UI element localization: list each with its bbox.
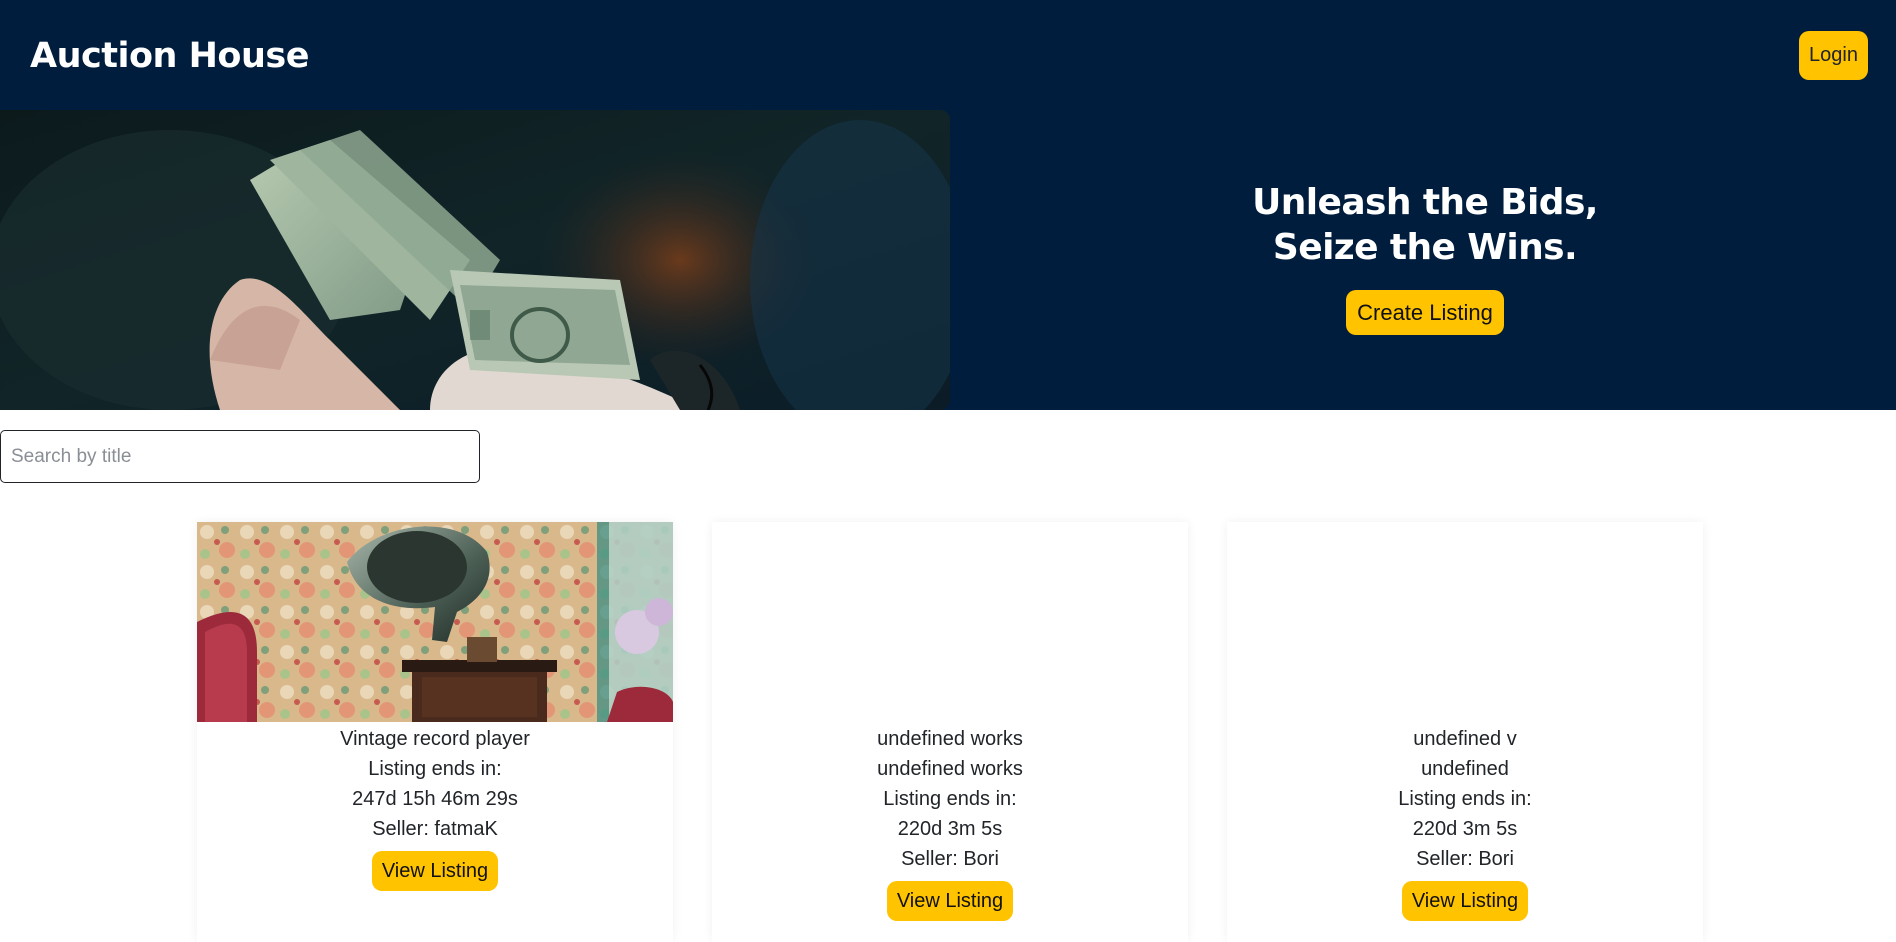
listing-countdown: 220d 3m 5s bbox=[1412, 818, 1518, 840]
listing-card: undefined works undefined works Listing … bbox=[712, 522, 1188, 942]
listing-ends-label: Listing ends in: bbox=[883, 788, 1017, 810]
navbar: Auction House Login bbox=[0, 0, 1896, 110]
view-listing-button[interactable]: View Listing bbox=[886, 881, 1014, 921]
listing-ends-label: Listing ends in: bbox=[368, 758, 502, 780]
view-listing-button[interactable]: View Listing bbox=[371, 851, 499, 891]
hero-copy: Unleash the Bids, Seize the Wins. Create… bbox=[1200, 180, 1650, 335]
listing-seller: Seller: fatmaK bbox=[372, 818, 498, 840]
tagline-line-2: Seize the Wins. bbox=[1272, 227, 1578, 268]
listing-card: undefined v undefined Listing ends in: 2… bbox=[1227, 522, 1703, 942]
listing-card-body: undefined v undefined Listing ends in: 2… bbox=[1227, 722, 1703, 921]
listing-title: Vintage record player bbox=[340, 728, 530, 750]
listing-image-missing bbox=[712, 522, 1188, 722]
listing-card-body: undefined works undefined works Listing … bbox=[712, 722, 1188, 921]
hero-banner: Unleash the Bids, Seize the Wins. Create… bbox=[0, 110, 1896, 410]
listing-title: undefined works bbox=[877, 728, 1023, 750]
hero-money-image bbox=[0, 110, 950, 410]
listing-countdown: 220d 3m 5s bbox=[897, 818, 1003, 840]
view-listing-button[interactable]: View Listing bbox=[1401, 881, 1529, 921]
brand-title[interactable]: Auction House bbox=[30, 36, 309, 76]
listing-title: undefined v bbox=[1413, 728, 1517, 750]
listing-card: Vintage record player Listing ends in: 2… bbox=[197, 522, 673, 942]
search-input[interactable] bbox=[0, 430, 480, 483]
listing-description: undefined works bbox=[877, 758, 1023, 780]
create-listing-button[interactable]: Create Listing bbox=[1346, 290, 1504, 335]
listing-seller: Seller: Bori bbox=[1416, 848, 1514, 870]
listing-countdown: 247d 15h 46m 29s bbox=[352, 788, 518, 810]
listing-description: undefined bbox=[1421, 758, 1509, 780]
listing-seller: Seller: Bori bbox=[901, 848, 999, 870]
listing-image-record-player bbox=[197, 522, 673, 722]
hero-tagline: Unleash the Bids, Seize the Wins. bbox=[1200, 180, 1650, 270]
login-button[interactable]: Login bbox=[1799, 31, 1868, 80]
listing-image-missing bbox=[1227, 522, 1703, 722]
listing-card-body: Vintage record player Listing ends in: 2… bbox=[197, 722, 673, 891]
tagline-line-1: Unleash the Bids, bbox=[1252, 182, 1598, 223]
listing-ends-label: Listing ends in: bbox=[1398, 788, 1532, 810]
